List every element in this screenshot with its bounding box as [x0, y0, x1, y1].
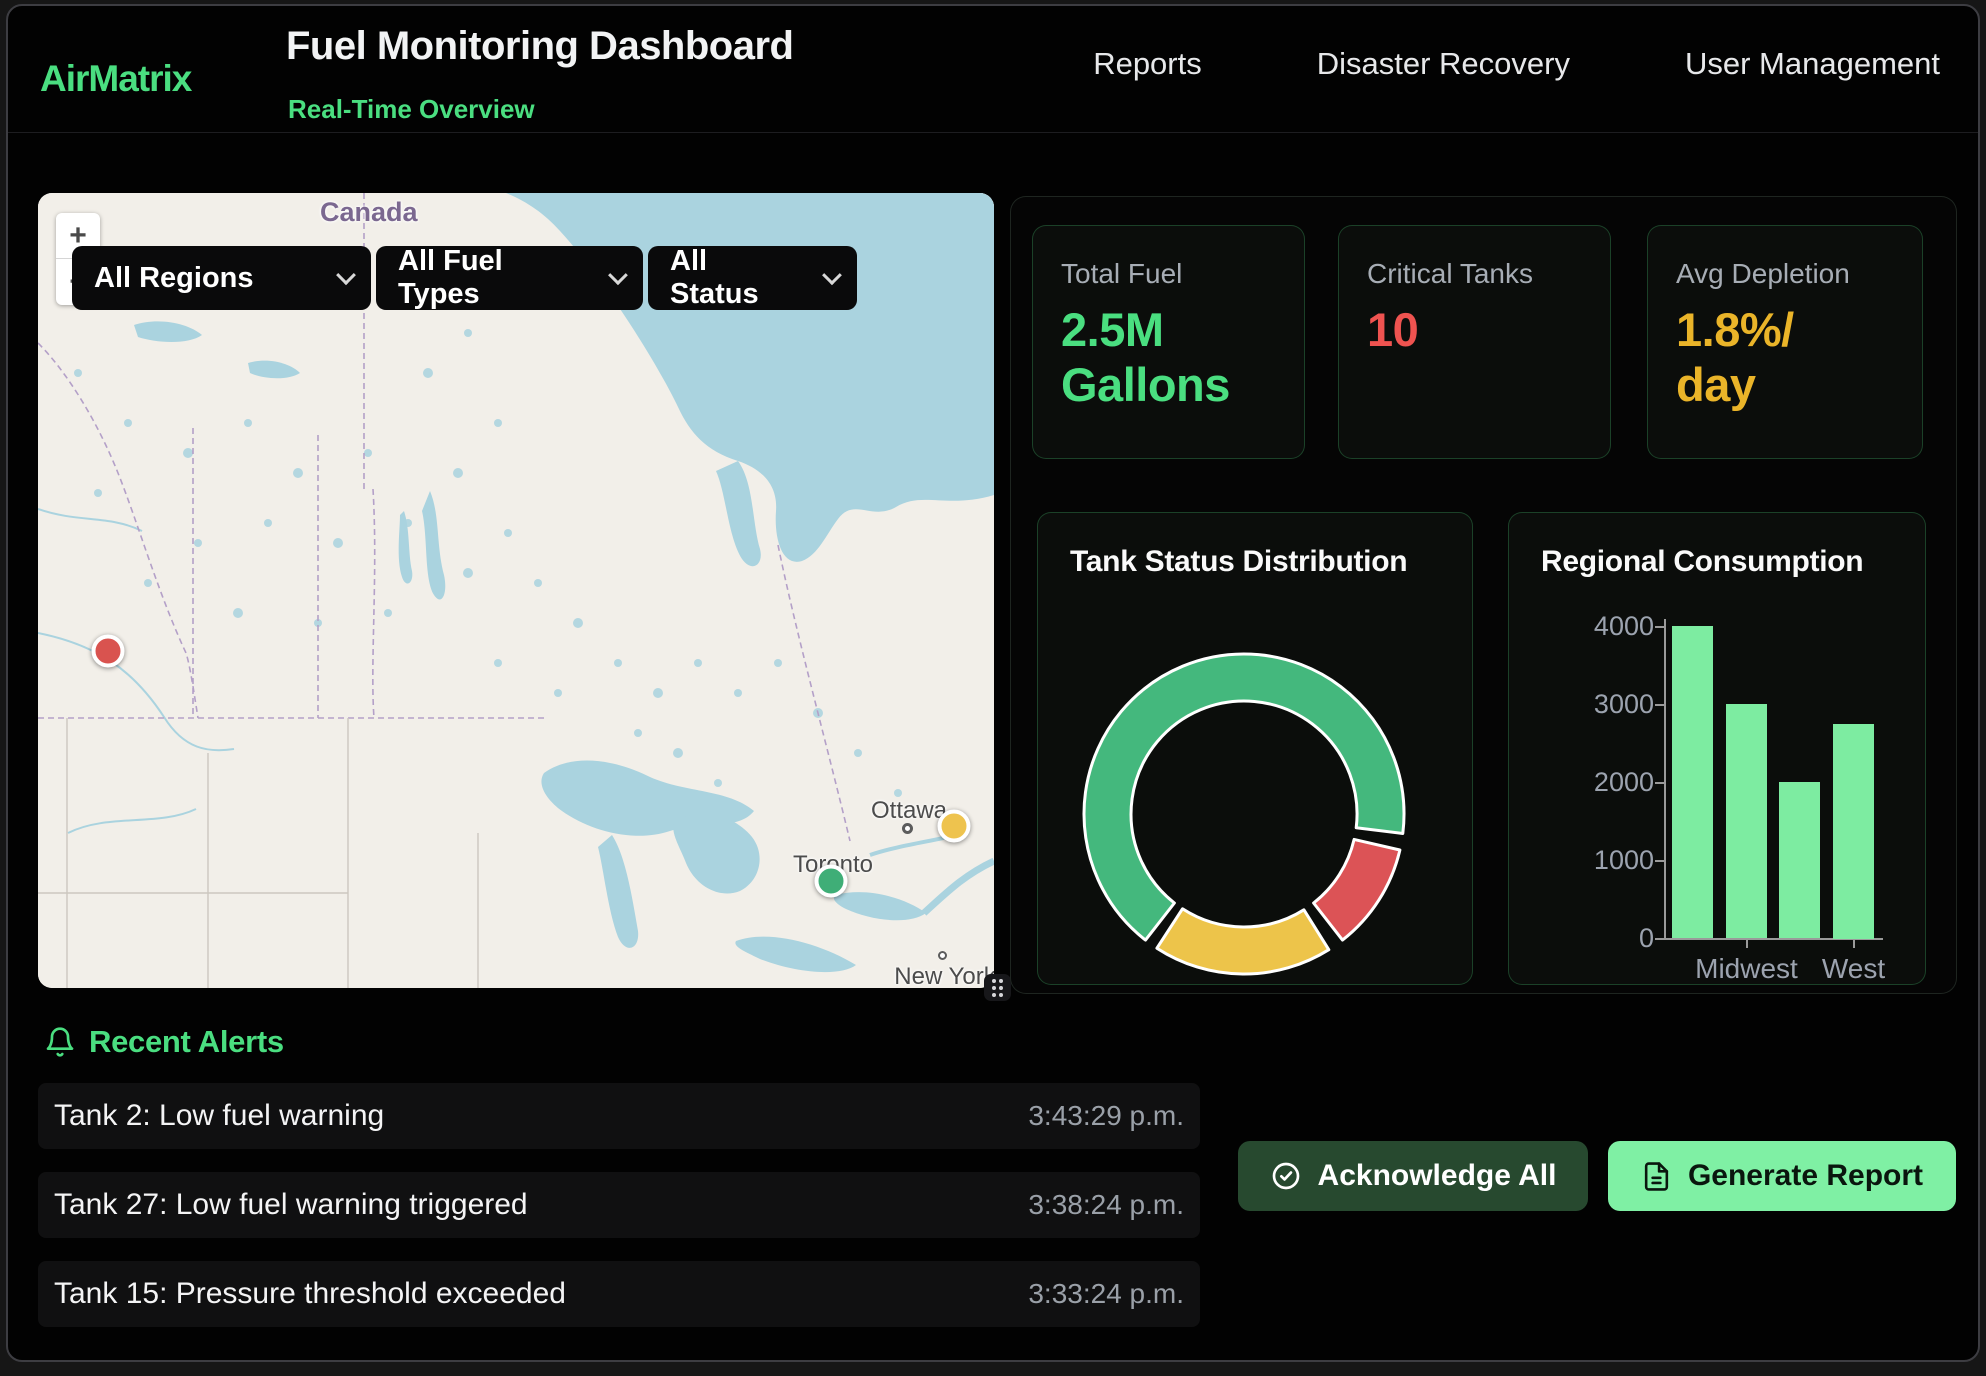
check-circle-icon: [1270, 1160, 1302, 1192]
nav-reports[interactable]: Reports: [1093, 46, 1202, 82]
y-tick-label: 4000: [1544, 611, 1654, 642]
map-label-canada: Canada: [320, 197, 418, 228]
regional-consumption-card: Regional Consumption 01000200030004000Mi…: [1508, 512, 1926, 985]
stat-label: Avg Depletion: [1676, 258, 1922, 290]
y-tick-label: 1000: [1544, 845, 1654, 876]
stat-label: Critical Tanks: [1367, 258, 1610, 290]
y-tick-mark: [1655, 782, 1664, 784]
y-tick-label: 2000: [1544, 767, 1654, 798]
stat-card-total-fuel: Total Fuel 2.5MGallons: [1032, 225, 1305, 459]
chevron-down-icon: [336, 265, 356, 285]
bar-0: [1672, 626, 1713, 938]
acknowledge-all-button[interactable]: Acknowledge All: [1238, 1141, 1588, 1211]
filter-all-status[interactable]: All Status: [648, 246, 857, 310]
bell-icon: [44, 1026, 76, 1058]
y-tick-mark: [1655, 704, 1664, 706]
tank-marker-0[interactable]: [91, 634, 124, 667]
filter-all-regions[interactable]: All Regions: [72, 246, 371, 310]
donut-segment-yellow: [1157, 909, 1329, 974]
bar-2: [1779, 782, 1820, 938]
alert-message: Tank 27: Low fuel warning triggered: [54, 1188, 528, 1222]
tank-marker-2[interactable]: [814, 864, 847, 897]
alert-time: 3:43:29 p.m.: [1028, 1100, 1184, 1132]
acknowledge-all-label: Acknowledge All: [1318, 1159, 1557, 1193]
y-tick-mark: [1655, 860, 1664, 862]
alert-row: Tank 15: Pressure threshold exceeded 3:33…: [38, 1261, 1200, 1327]
alert-row: Tank 2: Low fuel warning 3:43:29 p.m.: [38, 1083, 1200, 1149]
tank-status-donut-chart: [1038, 513, 1474, 986]
file-text-icon: [1641, 1161, 1672, 1192]
alerts-title: Recent Alerts: [89, 1024, 284, 1060]
dashboard: AirMatrix Fuel Monitoring Dashboard Real…: [0, 0, 1986, 1376]
stat-label: Total Fuel: [1061, 258, 1304, 290]
page-title: Fuel Monitoring Dashboard: [286, 24, 793, 69]
bar-chart-title: Regional Consumption: [1541, 545, 1863, 579]
alert-row: Tank 27: Low fuel warning triggered 3:38:…: [38, 1172, 1200, 1238]
stat-value: 1.8%/day: [1676, 302, 1922, 413]
stat-value: 2.5MGallons: [1061, 302, 1304, 413]
alert-message: Tank 2: Low fuel warning: [54, 1099, 384, 1133]
header-divider: [8, 132, 1978, 133]
stat-card-critical-tanks: Critical Tanks 10: [1338, 225, 1611, 459]
alert-message: Tank 15: Pressure threshold exceeded: [54, 1277, 566, 1311]
y-tick-mark: [1655, 626, 1664, 628]
y-tick-label: 3000: [1544, 689, 1654, 720]
filter-all-regions-value: All Regions: [94, 262, 254, 295]
page-subtitle: Real-Time Overview: [288, 94, 535, 125]
x-tick-mark: [1853, 940, 1855, 948]
alerts-header: Recent Alerts: [44, 1024, 284, 1060]
tank-status-card: Tank Status Distribution: [1037, 512, 1473, 985]
alert-time: 3:38:24 p.m.: [1028, 1189, 1184, 1221]
map[interactable]: Canada Ottawa Toronto New York + − All R…: [38, 193, 994, 988]
map-label-ottawa: Ottawa: [871, 797, 947, 825]
map-label-new-york: New York: [894, 963, 994, 988]
bar-midwest: [1726, 704, 1767, 938]
filter-all-fuel-types[interactable]: All Fuel Types: [376, 246, 643, 310]
ottawa-city-dot: [902, 823, 913, 834]
header-nav: Reports Disaster Recovery User Management: [1093, 46, 1940, 82]
filter-all-fuel-types-value: All Fuel Types: [398, 245, 587, 311]
stat-card-avg-depletion: Avg Depletion 1.8%/day: [1647, 225, 1923, 459]
map-filter-row: All Regions All Fuel Types All Status: [72, 246, 857, 310]
bar-west: [1833, 724, 1874, 939]
generate-report-button[interactable]: Generate Report: [1608, 1141, 1956, 1211]
tank-marker-1[interactable]: [937, 809, 970, 842]
y-tick-mark: [1655, 938, 1664, 940]
chevron-down-icon: [608, 265, 628, 285]
filter-all-status-value: All Status: [670, 245, 801, 311]
resize-grip-icon[interactable]: [984, 974, 1011, 1001]
y-axis: [1664, 619, 1666, 940]
nav-user-management[interactable]: User Management: [1685, 46, 1940, 82]
brand-logo: AirMatrix: [40, 58, 191, 100]
donut-segment-red: [1314, 839, 1400, 940]
generate-report-label: Generate Report: [1688, 1159, 1923, 1193]
chevron-down-icon: [822, 265, 842, 285]
y-tick-label: 0: [1544, 923, 1654, 954]
stat-value: 10: [1367, 302, 1610, 357]
x-tick-label: West: [1769, 953, 1939, 985]
nav-disaster-recovery[interactable]: Disaster Recovery: [1317, 46, 1570, 82]
x-tick-mark: [1746, 940, 1748, 948]
new-york-city-dot: [938, 951, 947, 960]
alert-time: 3:33:24 p.m.: [1028, 1278, 1184, 1310]
